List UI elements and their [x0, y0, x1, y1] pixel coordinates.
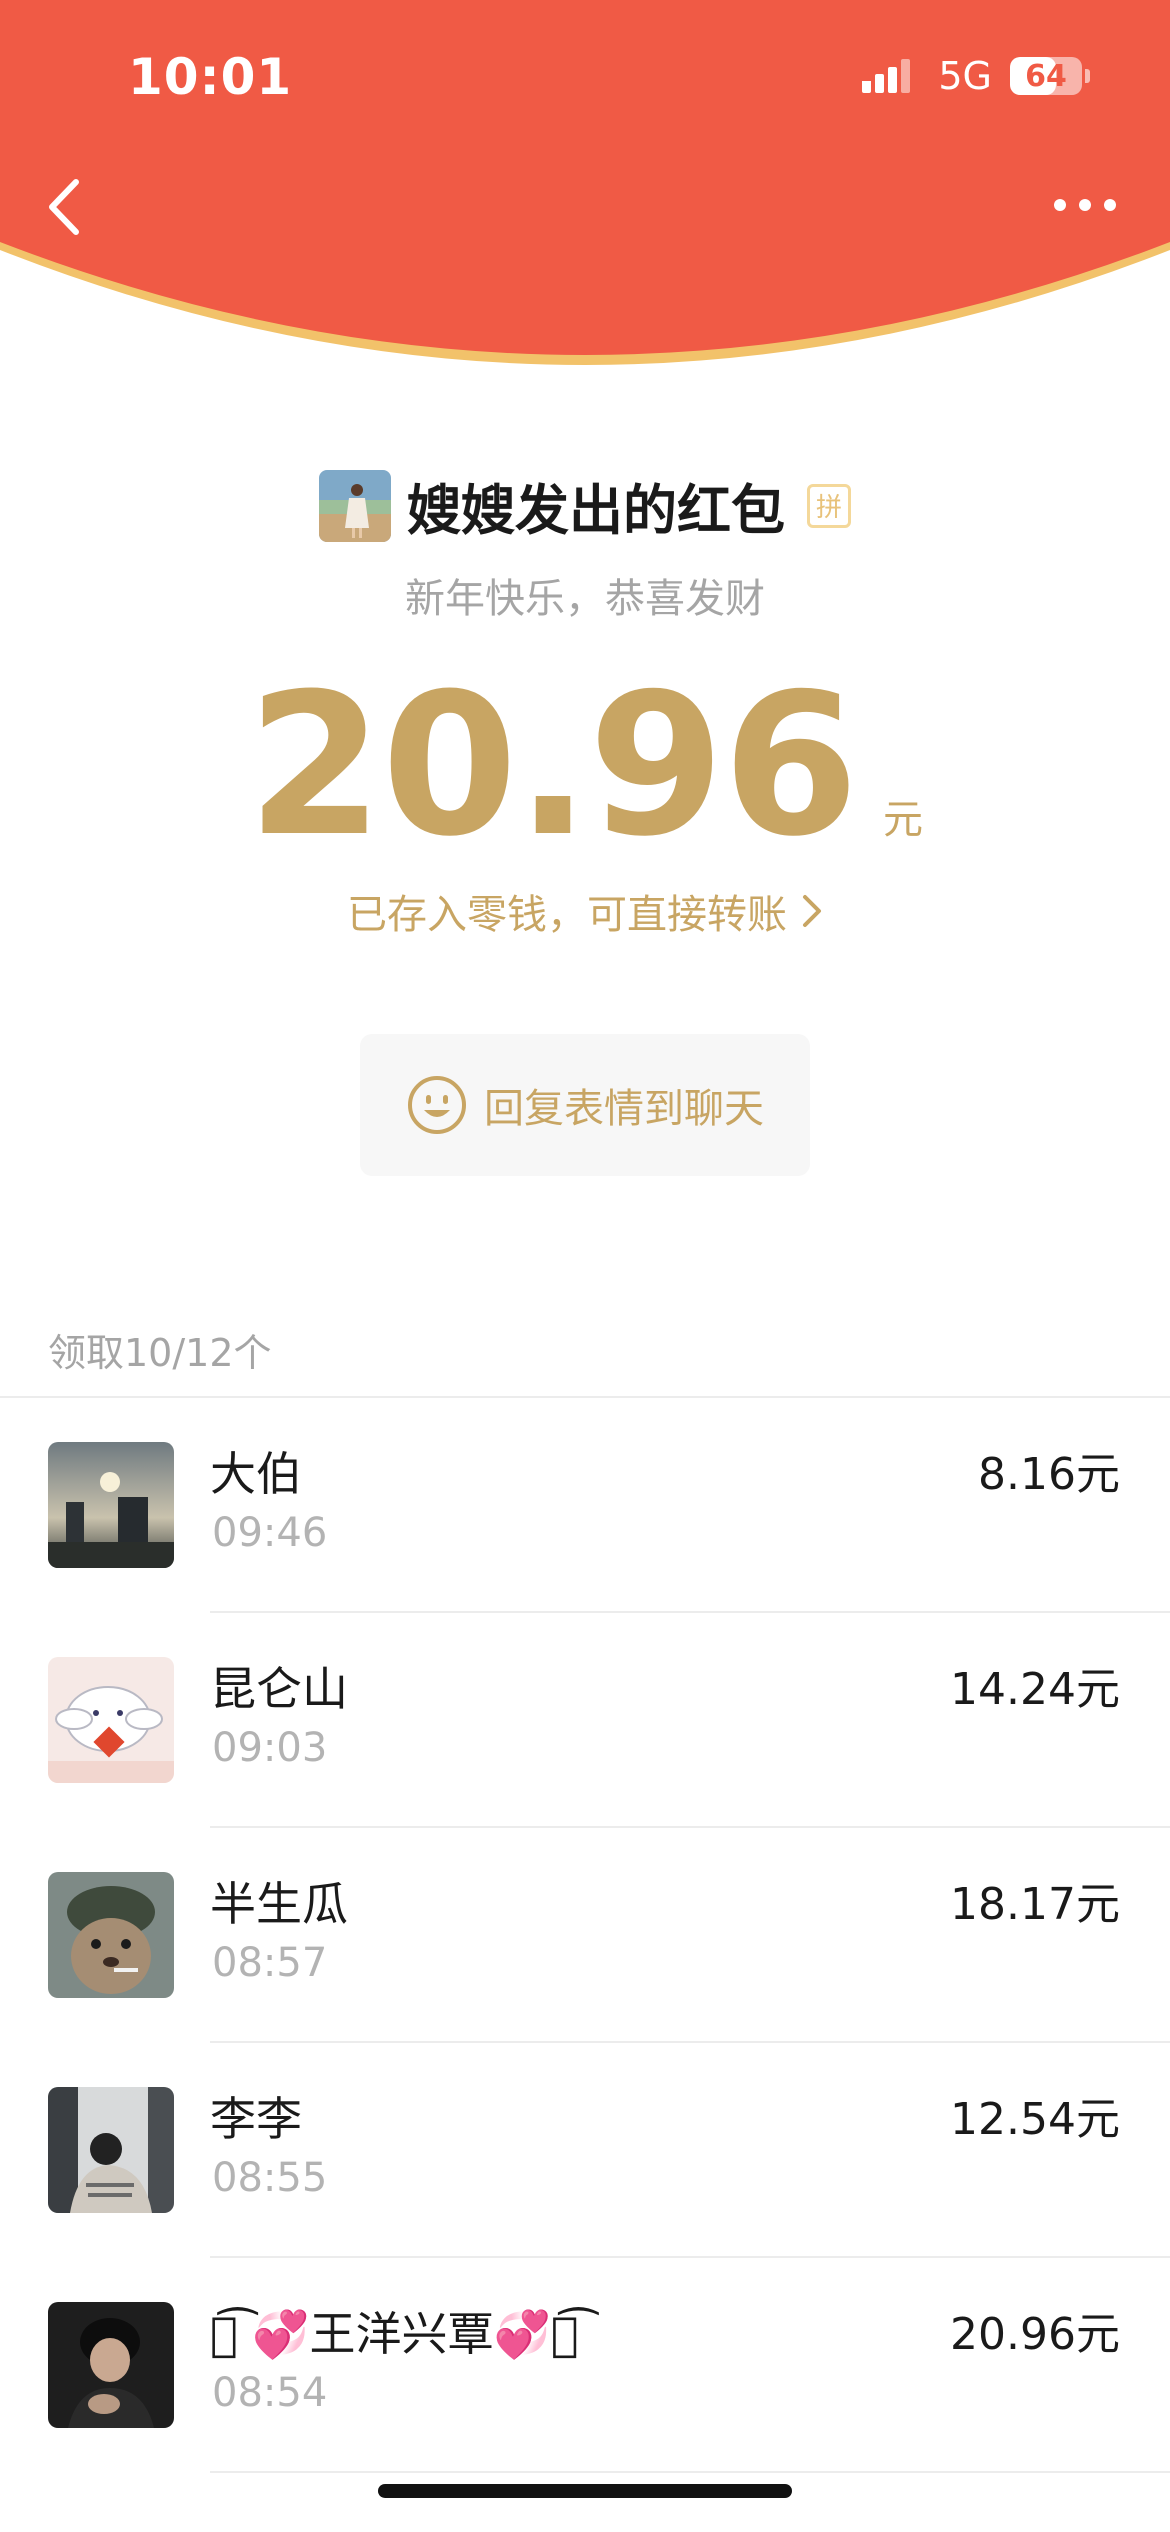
avatar	[48, 1442, 174, 1568]
saved-to-change-text: 已存入零钱，可直接转账	[347, 892, 787, 938]
claim-list-item[interactable]: ဖ͡ 💞王洋兴覃💞ဖ͡ 08:54 20.96元	[0, 2258, 1170, 2473]
claimer-name: 大伯	[210, 1447, 302, 1501]
pin-badge: 拼	[807, 483, 851, 528]
claim-amount: 18.17元	[950, 1879, 1120, 1930]
claim-list-item[interactable]: 李李 08:55 12.54元	[0, 2043, 1170, 2258]
greeting-message: 新年快乐，恭喜发财	[405, 576, 765, 622]
divider	[210, 2471, 1170, 2473]
sender-row: 嫂嫂发出的红包 拼	[0, 466, 1170, 545]
amount-row: 20.96 元	[0, 668, 1170, 864]
reply-with-sticker-button[interactable]: 回复表情到聊天	[360, 1034, 810, 1176]
claimed-summary: 领取10/12个	[48, 1331, 272, 1375]
claim-list-item[interactable]: 昆仑山 09:03 14.24元	[0, 1613, 1170, 1828]
avatar	[48, 1872, 174, 1998]
red-packet-detail-page: 10:01 5G 64 嫂嫂发出的红包 拼 新年快乐，恭喜发财 20.96 元 …	[0, 0, 1170, 2532]
amount-unit: 元	[882, 797, 923, 843]
claimer-name: ဖ͡ 💞王洋兴覃💞ဖ͡	[210, 2307, 579, 2361]
battery-icon: 64	[1010, 57, 1090, 95]
avatar	[48, 2302, 174, 2428]
reply-label: 回复表情到聊天	[484, 1086, 764, 1132]
smiley-icon	[408, 1076, 466, 1134]
received-amount: 20.96	[247, 652, 859, 880]
avatar	[48, 1657, 174, 1783]
network-type: 5G	[938, 54, 992, 98]
more-button[interactable]	[1050, 180, 1120, 230]
claim-list-item[interactable]: 半生瓜 08:57 18.17元	[0, 1828, 1170, 2043]
claim-amount: 14.24元	[950, 1664, 1120, 1715]
status-time: 10:01	[128, 48, 293, 106]
saved-to-change-link[interactable]: 已存入零钱，可直接转账	[0, 882, 1170, 940]
claim-amount: 20.96元	[950, 2309, 1120, 2360]
claimer-name: 半生瓜	[210, 1877, 348, 1931]
claim-time: 08:55	[212, 2155, 328, 2201]
chevron-left-icon	[49, 179, 79, 235]
signal-icon	[862, 59, 911, 93]
claim-time: 09:03	[212, 1725, 328, 1771]
chevron-right-icon	[803, 895, 821, 927]
home-indicator[interactable]	[378, 2484, 792, 2498]
sender-avatar[interactable]	[319, 469, 391, 542]
battery-percent: 64	[1025, 58, 1067, 94]
claim-list-item[interactable]: 大伯 09:46 8.16元	[0, 1398, 1170, 1613]
status-bar: 10:01 5G 64	[0, 0, 1170, 150]
avatar	[48, 2087, 174, 2213]
claim-time: 08:54	[212, 2370, 328, 2416]
claim-time: 08:57	[212, 1940, 328, 1986]
more-dots-icon	[1054, 199, 1116, 211]
status-indicators: 5G 64	[862, 54, 1090, 98]
claimer-name: 昆仑山	[210, 1662, 348, 1716]
claim-amount: 8.16元	[978, 1449, 1120, 1500]
claim-amount: 12.54元	[950, 2094, 1120, 2145]
claim-time: 09:46	[212, 1510, 328, 1556]
sender-title: 嫂嫂发出的红包	[407, 479, 785, 542]
claim-list: 大伯 09:46 8.16元 昆仑山 09:03 14.24元 半生瓜 08:5…	[0, 1398, 1170, 2473]
back-button[interactable]	[40, 172, 90, 242]
claimer-name: 李李	[210, 2092, 302, 2146]
